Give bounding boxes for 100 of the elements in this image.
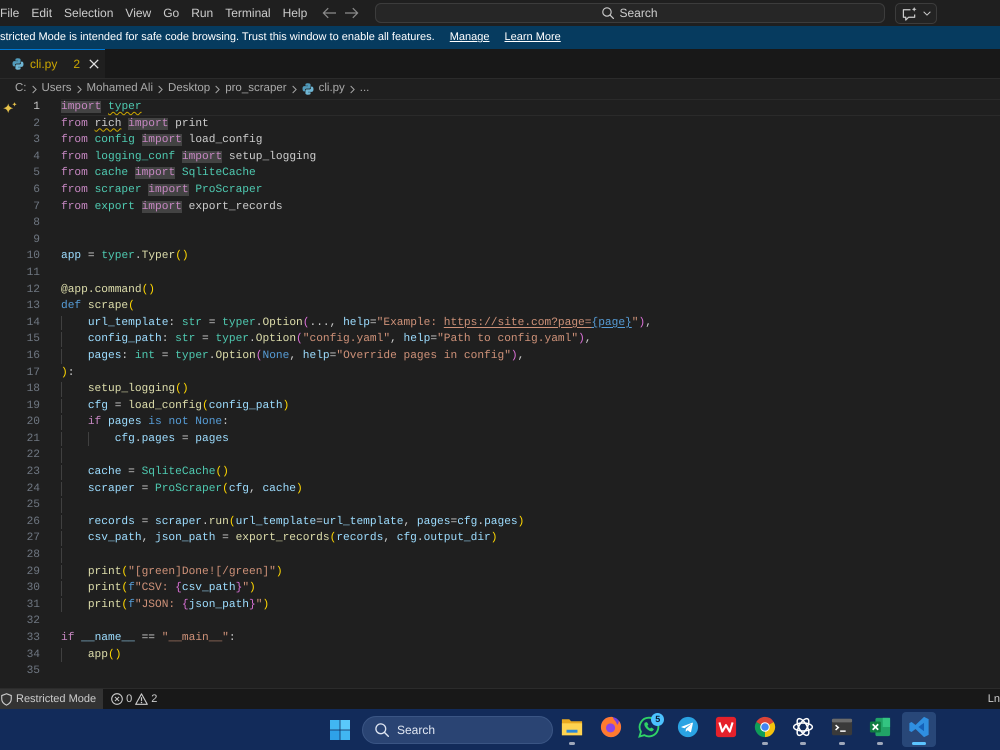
warning-icon[interactable] [135,693,148,705]
line-number: 28 [26,548,40,564]
line-number: 18 [26,382,40,398]
code-line: def scrape( [61,299,135,314]
phone-bubble-icon[interactable] [638,716,660,738]
breadcrumb-item[interactable]: ... [360,80,370,98]
atom-icon[interactable] [792,716,814,738]
breadcrumb-item[interactable]: Users [42,80,72,98]
code-line: from rich import print [61,116,209,132]
banner-link[interactable]: Manage [450,29,490,46]
line-number: 12 [26,282,40,298]
chevron-right-icon [32,84,36,94]
menu-item[interactable]: File [0,4,20,22]
breadcrumb-item[interactable]: Mohamed Ali [86,80,154,98]
line-number: 6 [32,182,40,198]
line-number: 30 [26,581,40,596]
search-field[interactable]: Search [362,716,553,744]
menu-item[interactable]: Selection [64,4,114,22]
shield-icon [1,692,12,706]
search-icon [375,722,389,736]
line-number: 35 [26,664,40,680]
paper-plane-icon[interactable] [676,716,699,738]
cursor-position[interactable]: Ln [988,690,1000,708]
file-type-icon [12,58,24,70]
file-type-icon [302,83,314,95]
code-line: print(f"JSON: {json_path}") [88,598,270,612]
code-line: if pages is not None: [88,415,229,430]
code-line: app() [88,648,122,662]
code-line: from config import load_config [61,133,262,148]
line-number: 1 [32,100,40,115]
menu-item[interactable]: Help [282,4,308,22]
line-number: 5 [32,166,40,182]
segmented-circle-icon[interactable] [754,716,776,738]
code-line: cfg.pages = pages [114,432,229,446]
line-number: 8 [32,216,40,232]
line-number: 31 [26,598,40,613]
line-number: 7 [32,200,40,215]
command-center[interactable]: Search [375,3,885,23]
menu-item[interactable]: Terminal [225,4,271,22]
sparkle-icon[interactable] [3,102,17,113]
code-line: app = typer.Typer() [61,249,189,264]
code-line: from cache import SqliteCache [61,166,256,181]
code-line: print("[green]Done![/green]") [88,564,283,580]
code-line: cache = SqliteCache() [88,465,229,480]
zigzag-tile-icon[interactable] [715,716,738,738]
code-line: from scraper import ProScraper [61,182,262,198]
line-number: 33 [26,631,40,646]
search-icon [602,7,614,19]
line-number: 20 [26,415,40,430]
code-line: ): [61,366,74,380]
code-line: url_template: str = typer.Option(..., help="Example: https://site.com?page={page}"), [88,316,652,330]
close-icon[interactable] [89,59,100,69]
code-line: import typer [61,100,142,115]
line-number: 23 [26,465,40,480]
arrow-right-icon[interactable] [345,7,359,19]
arrow-left-icon[interactable] [322,7,336,19]
terminal-icon[interactable] [830,716,853,738]
error-icon[interactable] [111,693,124,705]
spreadsheet-icon[interactable] [869,716,892,738]
line-number: 10 [26,249,40,264]
menu-item[interactable]: Run [191,4,214,22]
line-number: 29 [26,564,40,580]
code-line: cfg = load_config(config_path) [88,398,290,414]
banner-link[interactable]: Learn More [504,29,561,46]
breadcrumb-item[interactable]: C: [15,80,26,98]
line-number: 3 [32,133,40,148]
line-number: 4 [32,150,40,165]
code-line: config_path: str = typer.Option("config.yaml", help="Path to config.yaml"), [88,332,592,347]
line-number: 21 [26,432,40,447]
error-count[interactable]: 0 [126,690,132,708]
menu-item[interactable]: Edit [31,4,52,22]
line-number: 16 [26,348,40,364]
line-number: 11 [26,266,40,281]
ribbon-icon[interactable] [908,716,930,738]
chevron-right-icon [158,84,164,94]
four-panes-icon[interactable] [330,720,350,740]
line-number: 13 [26,299,40,314]
line-number: 19 [26,398,40,414]
breadcrumb-item[interactable]: pro_scraper [225,80,287,98]
breadcrumb-item[interactable]: cli.py [318,80,345,98]
code-line: scraper = ProScraper(cfg, cache) [88,482,303,496]
code-line: @app.command() [61,282,156,298]
line-number: 15 [26,332,40,348]
chevron-right-icon [215,84,220,94]
code-line: from logging_conf import setup_logging [61,150,316,164]
swirl-orb-icon[interactable] [600,716,622,738]
chevron-right-icon [350,84,355,94]
chat-button[interactable] [895,2,937,24]
menu-item[interactable]: Go [163,4,180,22]
caret-icon [922,10,930,16]
menu-item[interactable]: View [125,4,152,22]
editor-tab[interactable]: cli.py 2 [0,49,105,78]
warning-count[interactable]: 2 [151,690,158,708]
folder-icon[interactable] [561,716,584,738]
line-number: 27 [26,531,40,546]
line-number: 25 [26,498,40,514]
line-number: 32 [26,614,40,630]
restricted-mode-item[interactable]: Restricted Mode [0,689,104,709]
line-number: 17 [26,366,40,380]
breadcrumb-item[interactable]: Desktop [168,80,210,98]
